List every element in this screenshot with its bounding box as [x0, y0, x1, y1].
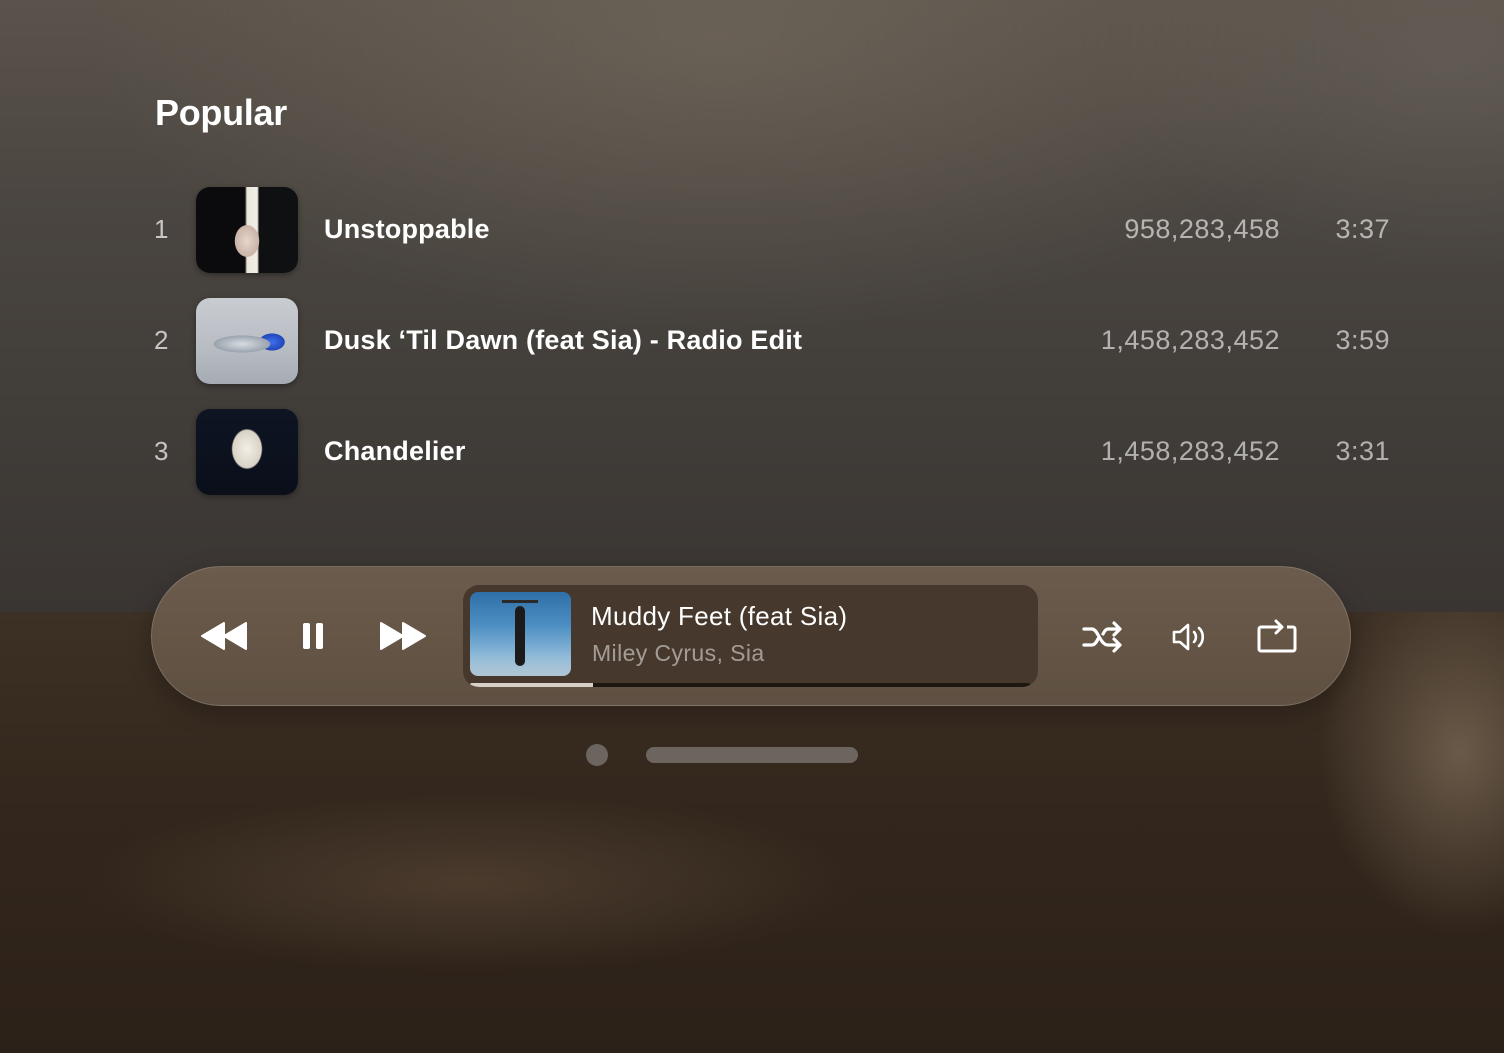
track-play-count: 1,458,283,452	[1100, 436, 1280, 466]
track-title: Unstoppable	[324, 214, 490, 244]
album-art	[196, 297, 298, 384]
now-playing-album-art	[470, 592, 571, 676]
track-row[interactable]: 1 Unstoppable 958,283,458 3:37	[150, 174, 1390, 285]
track-number: 2	[154, 325, 169, 355]
track-title: Dusk ‘Til Dawn (feat Sia) - Radio Edit	[324, 325, 803, 355]
track-play-count: 958,283,458	[1124, 214, 1280, 244]
section-title: Popular	[155, 92, 287, 133]
album-art	[196, 408, 298, 495]
window-grab-bar[interactable]	[646, 747, 858, 763]
popular-track-list: 1 Unstoppable 958,283,458 3:37 2 Dusk ‘T…	[150, 174, 1390, 507]
track-duration: 3:31	[1335, 436, 1390, 466]
now-playing-card[interactable]: Muddy Feet (feat Sia) Miley Cyrus, Sia	[463, 585, 1038, 687]
pause-button[interactable]	[298, 615, 328, 657]
volume-button[interactable]	[1168, 617, 1214, 657]
track-play-count: 1,458,283,452	[1100, 325, 1280, 355]
fast-forward-icon	[380, 622, 426, 650]
shuffle-button[interactable]	[1080, 617, 1126, 657]
playback-progress-fill	[470, 683, 594, 687]
fast-forward-button[interactable]	[377, 615, 427, 657]
rewind-icon	[201, 622, 247, 650]
repeat-button[interactable]	[1255, 615, 1299, 657]
player-bar: Muddy Feet (feat Sia) Miley Cyrus, Sia	[151, 566, 1351, 706]
track-number: 1	[154, 214, 169, 244]
page-indicator-dot[interactable]	[586, 744, 608, 766]
shuffle-icon	[1082, 621, 1122, 653]
now-playing-title: Muddy Feet (feat Sia)	[591, 601, 848, 631]
playback-progress-bar[interactable]	[470, 683, 1030, 687]
album-art	[196, 186, 298, 273]
track-number: 3	[154, 436, 169, 466]
track-title: Chandelier	[324, 436, 466, 466]
now-playing-artist: Miley Cyrus, Sia	[592, 640, 765, 666]
track-row[interactable]: 3 Chandelier 1,458,283,452 3:31	[150, 396, 1390, 507]
pause-icon	[303, 623, 323, 649]
rewind-button[interactable]	[200, 615, 250, 657]
volume-icon	[1172, 623, 1205, 651]
repeat-icon	[1257, 619, 1297, 653]
track-duration: 3:37	[1335, 214, 1390, 244]
track-row[interactable]: 2 Dusk ‘Til Dawn (feat Sia) - Radio Edit…	[150, 285, 1390, 396]
track-duration: 3:59	[1335, 325, 1390, 355]
